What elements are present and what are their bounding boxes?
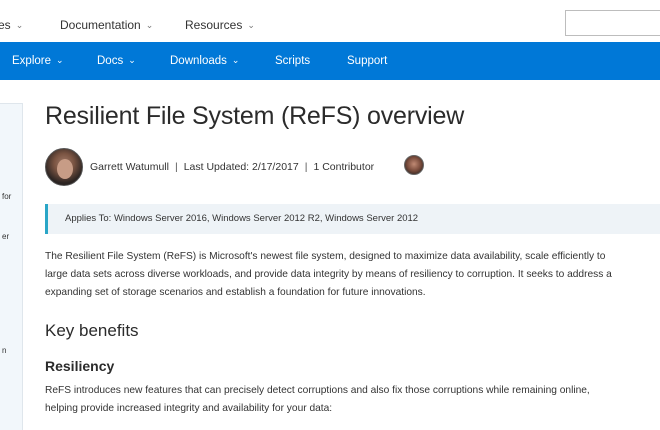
intro-paragraph: The Resilient File System (ReFS) is Micr… <box>45 248 660 302</box>
meta-line: Garrett Watumull | Last Updated: 2/17/2017… <box>90 161 374 173</box>
topnav-item-label: Resources <box>185 18 243 32</box>
page-title: Resilient File System (ReFS) overview <box>45 102 465 130</box>
intro-line: The Resilient File System (ReFS) is Micr… <box>45 251 606 262</box>
chevron-down-icon: ⌄ <box>128 55 136 65</box>
topnav-item-resources[interactable]: Resources ⌄ <box>185 18 255 32</box>
bluenav-item-label: Downloads <box>170 55 227 67</box>
resiliency-line: ReFS introduces new features that can pr… <box>45 385 590 396</box>
product-nav: Explore ⌄ Docs ⌄ Downloads ⌄ Scripts Suppor… <box>0 42 660 80</box>
bluenav-item-label: Scripts <box>275 55 311 67</box>
meta-separator: | <box>174 161 178 173</box>
bluenav-item-support[interactable]: Support <box>347 55 387 67</box>
topnav-item-documentation[interactable]: Documentation ⌄ <box>60 18 153 32</box>
chevron-down-icon: ⌄ <box>56 55 64 65</box>
toc-item[interactable]: n <box>2 346 6 355</box>
bluenav-item-scripts[interactable]: Scripts <box>275 55 310 67</box>
key-benefits-heading: Key benefits <box>45 321 139 340</box>
resiliency-paragraph: ReFS introduces new features that can pr… <box>45 382 660 418</box>
contributors-count[interactable]: 1 Contributor <box>313 161 374 173</box>
bluenav-item-explore[interactable]: Explore ⌄ <box>12 55 64 67</box>
last-updated: Last Updated: 2/17/2017 <box>183 161 299 173</box>
bluenav-item-label: Docs <box>97 55 124 67</box>
chevron-down-icon: ⌄ <box>231 55 240 65</box>
author-name[interactable]: Garrett Watumull <box>90 161 169 173</box>
article-meta: Garrett Watumull | Last Updated: 2/17/2017… <box>45 148 660 186</box>
contributor-avatar[interactable] <box>404 155 424 175</box>
resiliency-line: helping provide increased integrity and … <box>45 403 333 414</box>
top-nav: es ⌄ Documentation ⌄ Resources ⌄ <box>0 0 660 42</box>
intro-line: large data sets across diverse workloads… <box>45 269 612 280</box>
bluenav-item-downloads[interactable]: Downloads ⌄ <box>170 55 239 67</box>
topnav-item-services[interactable]: es ⌄ <box>0 18 23 32</box>
bluenav-item-label: Explore <box>12 55 51 67</box>
toc-item[interactable]: er <box>2 232 9 241</box>
author-avatar[interactable] <box>45 148 83 186</box>
toc-sidebar: ‹ for er n <box>0 80 23 430</box>
intro-line: expanding set of storage scenarios and e… <box>45 287 426 298</box>
chevron-down-icon: ⌄ <box>145 20 154 30</box>
chevron-down-icon: ⌄ <box>247 20 255 30</box>
applies-to-text: Applies To: Windows Server 2016, Windows… <box>65 213 419 224</box>
bluenav-item-docs[interactable]: Docs ⌄ <box>97 55 136 67</box>
toc-panel: for er n <box>0 103 23 430</box>
search-input[interactable] <box>565 10 660 36</box>
topnav-item-label: es <box>0 18 11 32</box>
bluenav-item-label: Support <box>347 55 388 67</box>
chevron-down-icon: ⌄ <box>15 20 24 30</box>
meta-separator: | <box>304 161 308 173</box>
topnav-item-label: Documentation <box>60 18 141 32</box>
resiliency-heading: Resiliency <box>45 358 115 374</box>
avatar-face <box>57 159 73 179</box>
applies-to-box: Applies To: Windows Server 2016, Windows… <box>45 204 660 234</box>
toc-item[interactable]: for <box>2 192 11 201</box>
